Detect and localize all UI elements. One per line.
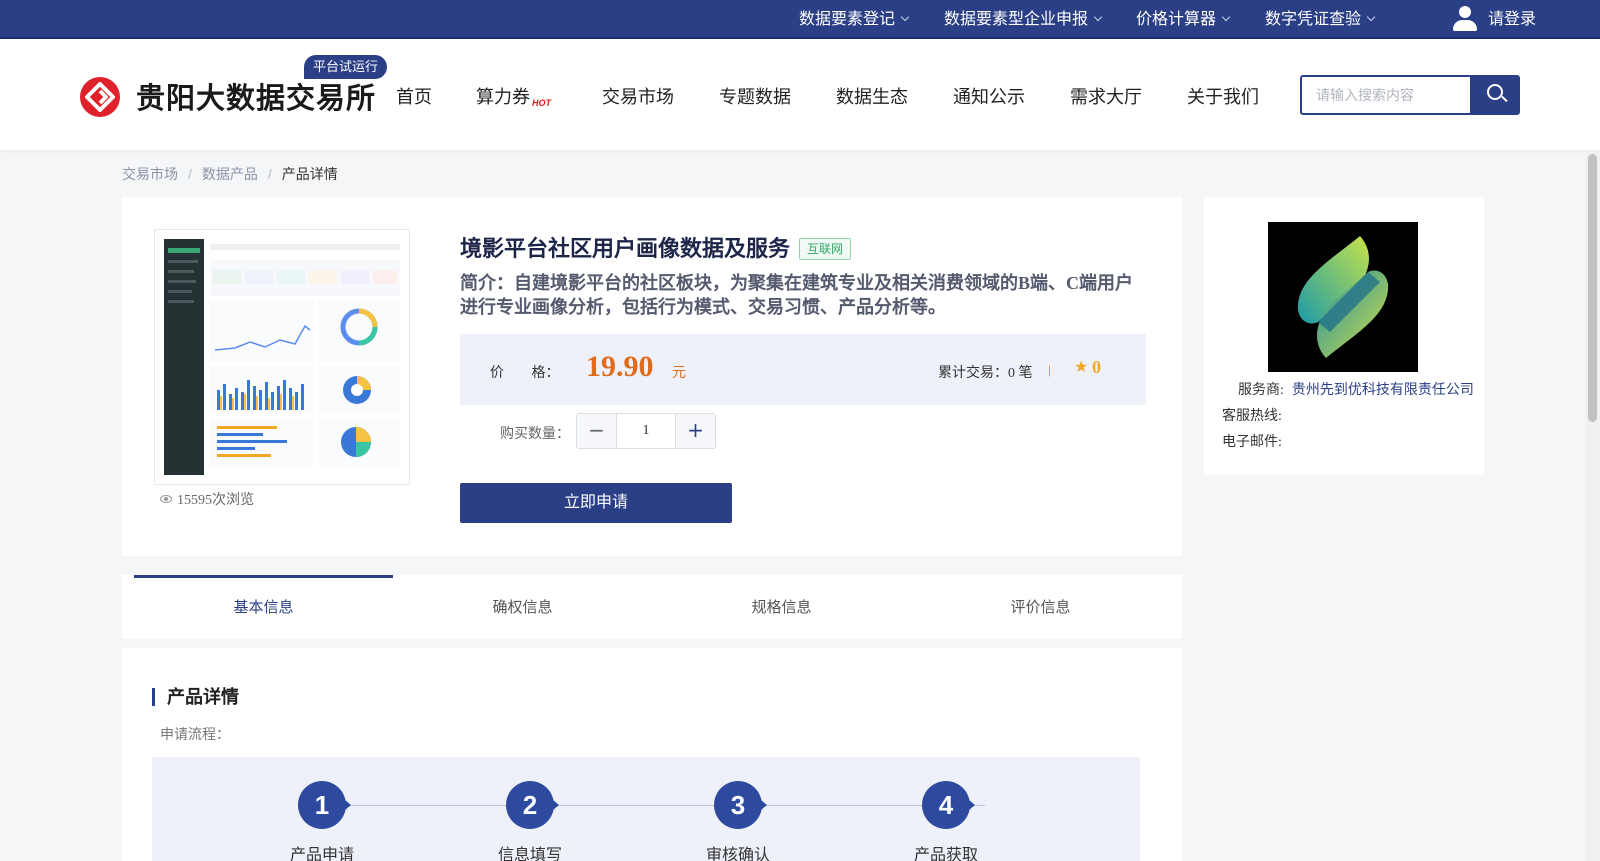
topbar-link-label: 价格计算器 bbox=[1136, 11, 1217, 28]
nav-about[interactable]: 关于我们 bbox=[1187, 83, 1259, 109]
flow-label: 申请流程： bbox=[160, 728, 230, 743]
user-icon[interactable] bbox=[1453, 6, 1477, 32]
topbar-link-label: 数字凭证查验 bbox=[1265, 11, 1362, 28]
price-unit: 元 bbox=[672, 366, 686, 381]
nav-data-ecosystem[interactable]: 数据生态 bbox=[836, 83, 908, 109]
step-number: 1 bbox=[298, 781, 351, 829]
decrease-button[interactable]: − bbox=[577, 414, 617, 448]
step-label: 审核确认 bbox=[705, 847, 770, 861]
chevron-down-icon bbox=[900, 12, 910, 22]
topbar-link-data-registration[interactable]: 数据要素登记 bbox=[799, 0, 910, 39]
quantity-label: 购买数量： bbox=[500, 427, 570, 442]
product-thumbnail[interactable] bbox=[154, 229, 410, 485]
chevron-down-icon bbox=[1366, 12, 1376, 22]
login-link[interactable]: 请登录 bbox=[1488, 0, 1536, 39]
top-utility-bar: 数据要素登记 数据要素型企业申报 价格计算器 数字凭证查验 请登录 bbox=[0, 0, 1600, 39]
section-title: 产品详情 bbox=[152, 688, 239, 706]
vendor-hotline: 客服热线: bbox=[1222, 409, 1282, 424]
provider-label: 服务商: bbox=[1238, 383, 1284, 398]
logo-icon[interactable] bbox=[79, 76, 121, 118]
topbar-link-label: 数据要素登记 bbox=[799, 11, 896, 28]
tab-review-info[interactable]: 评价信息 bbox=[911, 575, 1170, 639]
view-count-text: 15595次浏览 bbox=[177, 493, 254, 508]
application-flow: 1 产品申请 2 信息填写 3 审核确认 4 产品获取 bbox=[152, 757, 1140, 861]
step-number: 2 bbox=[506, 781, 559, 829]
eye-icon bbox=[160, 495, 172, 503]
quantity-stepper: − 1 + bbox=[576, 413, 716, 449]
scrollbar-thumb[interactable] bbox=[1588, 154, 1597, 422]
step-label: 产品获取 bbox=[913, 847, 978, 861]
vendor-email: 电子邮件: bbox=[1222, 435, 1282, 450]
nav-demand-hall[interactable]: 需求大厅 bbox=[1070, 83, 1142, 109]
price-label: 价 格： bbox=[490, 366, 560, 381]
flow-step: 1 产品申请 bbox=[262, 781, 382, 861]
product-card: 15595次浏览 境影平台社区用户画像数据及服务 互联网 简介：自建境影平台的社区… bbox=[122, 197, 1182, 556]
product-title: 境影平台社区用户画像数据及服务 互联网 bbox=[460, 231, 852, 263]
price-value: 19.90 bbox=[586, 350, 654, 383]
tab-basic-info[interactable]: 基本信息 bbox=[134, 575, 393, 639]
chevron-down-icon bbox=[1221, 12, 1231, 22]
topbar-link-enterprise-declaration[interactable]: 数据要素型企业申报 bbox=[944, 0, 1103, 39]
step-number: 4 bbox=[922, 781, 975, 829]
search-icon bbox=[1487, 84, 1503, 100]
trade-count: 累计交易：0 笔 bbox=[938, 366, 1033, 381]
topbar-link-voucher-verify[interactable]: 数字凭证查验 bbox=[1265, 0, 1376, 39]
product-title-text: 境影平台社区用户画像数据及服务 bbox=[460, 236, 791, 261]
provider-name[interactable]: 贵州先到优科技有限责任公司 bbox=[1292, 383, 1474, 398]
nav-label: 算力券 bbox=[476, 87, 530, 107]
breadcrumb: 交易市场 / 数据产品 / 产品详情 bbox=[122, 166, 338, 182]
nav-market[interactable]: 交易市场 bbox=[602, 83, 674, 109]
search-input[interactable] bbox=[1300, 75, 1470, 115]
star-icon: ★ bbox=[1074, 359, 1089, 376]
site-name[interactable]: 贵阳大数据交易所 bbox=[136, 75, 376, 117]
vendor-logo bbox=[1268, 222, 1418, 372]
step-label: 信息填写 bbox=[497, 847, 562, 861]
flow-step: 3 审核确认 bbox=[678, 781, 798, 861]
flow-step: 4 产品获取 bbox=[886, 781, 1006, 861]
tab-spec-info[interactable]: 规格信息 bbox=[652, 575, 911, 639]
category-tag: 互联网 bbox=[799, 238, 852, 260]
chevron-down-icon bbox=[1093, 12, 1103, 22]
quantity-input[interactable]: 1 bbox=[617, 414, 675, 448]
hot-tag: HOT bbox=[532, 98, 551, 108]
product-summary: 简介：自建境影平台的社区板块，为聚集在建筑专业及相关消费领域的B端、C端用户进行… bbox=[460, 273, 1134, 317]
nav-compute-voucher[interactable]: 算力券 HOT bbox=[476, 83, 551, 109]
view-count: 15595次浏览 bbox=[160, 489, 254, 509]
divider: | bbox=[1048, 362, 1051, 377]
nav-notices[interactable]: 通知公示 bbox=[953, 83, 1025, 109]
nav-topic-data[interactable]: 专题数据 bbox=[719, 83, 791, 109]
price-panel: 价 格： 19.90 元 累计交易：0 笔 | ★ 0 bbox=[460, 334, 1146, 405]
step-number: 3 bbox=[714, 781, 767, 829]
step-label: 产品申请 bbox=[289, 847, 354, 861]
vendor-card: 服务商: 贵州先到优科技有限责任公司 客服热线: 电子邮件: bbox=[1204, 197, 1484, 475]
breadcrumb-market[interactable]: 交易市场 bbox=[122, 166, 178, 182]
tab-rights-info[interactable]: 确权信息 bbox=[393, 575, 652, 639]
rating-value: 0 bbox=[1092, 357, 1101, 377]
breadcrumb-current: 产品详情 bbox=[281, 166, 338, 182]
search-button[interactable] bbox=[1470, 75, 1520, 115]
breadcrumb-data-products[interactable]: 数据产品 bbox=[202, 166, 258, 182]
topbar-link-price-calculator[interactable]: 价格计算器 bbox=[1136, 0, 1231, 39]
apply-button[interactable]: 立即申请 bbox=[460, 483, 732, 523]
nav-home[interactable]: 首页 bbox=[396, 83, 432, 109]
page-scrollbar[interactable] bbox=[1585, 150, 1600, 861]
trial-badge: 平台试运行 bbox=[304, 55, 388, 79]
increase-button[interactable]: + bbox=[675, 414, 715, 448]
info-tabs: 基本信息 确权信息 规格信息 评价信息 bbox=[122, 575, 1182, 639]
flow-step: 2 信息填写 bbox=[470, 781, 590, 861]
vendor-provider: 服务商: 贵州先到优科技有限责任公司 bbox=[1238, 379, 1474, 399]
topbar-link-label: 数据要素型企业申报 bbox=[944, 11, 1089, 28]
site-header: 贵阳大数据交易所 平台试运行 首页 算力券 HOT 交易市场 专题数据 数据生态 … bbox=[0, 39, 1600, 150]
product-detail-section: 产品详情 申请流程： 1 产品申请 2 信息填写 3 审核确认 4 产品获取 bbox=[122, 648, 1182, 861]
